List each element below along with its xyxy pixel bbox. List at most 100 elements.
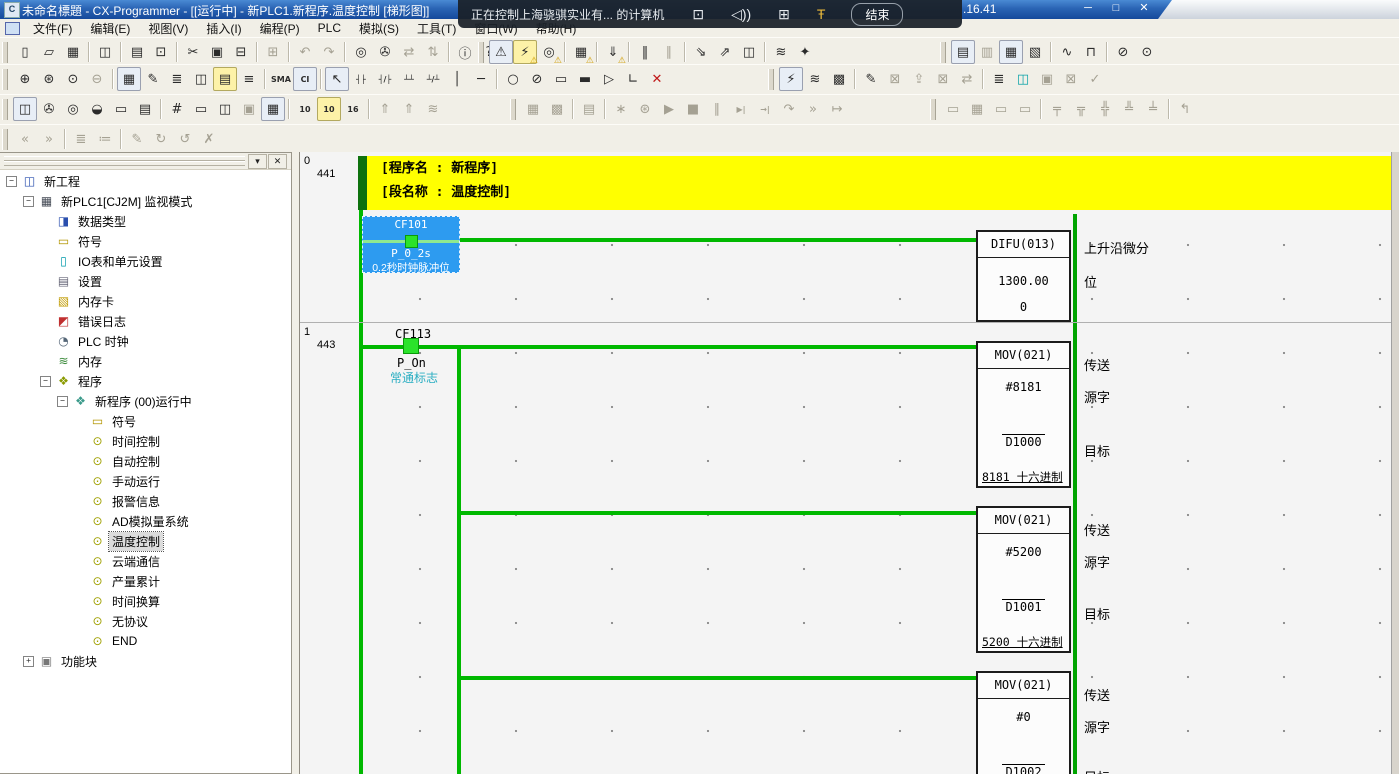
instruction-box-icon[interactable]: ▭ (549, 67, 573, 91)
horizontal-line-icon[interactable]: ─ (469, 67, 493, 91)
difu-instruction-block[interactable]: DIFU(013) 1300.00 0 (976, 230, 1071, 322)
select-pointer-icon[interactable]: ↖ (325, 67, 349, 91)
menu-item-8[interactable]: 工具(T) (408, 18, 465, 39)
tree-item-function-blocks[interactable]: +▣功能块 (0, 651, 291, 671)
end-session-button[interactable]: 结束 (851, 3, 903, 26)
upload-program-icon[interactable]: ⇗ (713, 40, 737, 64)
tree-item-error-log[interactable]: ◩错误日志 (0, 311, 291, 331)
contact-cf101-selected[interactable]: CF101 P_0_2s 0.2秒时钟脉冲位 (362, 216, 460, 273)
tree-item-sec-time-control[interactable]: ⊙时间控制 (0, 431, 291, 451)
tree-item-sec-end[interactable]: ⊙END (0, 631, 291, 651)
watch-window-icon[interactable]: ◫ (1011, 67, 1035, 91)
workspace-dropdown-button[interactable]: ▾ (248, 154, 267, 169)
tree-item-memory-card[interactable]: ▧内存卡 (0, 291, 291, 311)
tree-item-program-symbols[interactable]: ▭符号 (0, 411, 291, 431)
pause-monitor-icon[interactable]: ‖ (633, 40, 657, 64)
properties-icon[interactable]: ▤ (133, 97, 157, 121)
menu-item-7[interactable]: 模拟(S) (350, 18, 408, 39)
closed-coil-icon[interactable]: ⊘ (525, 67, 549, 91)
vertical-scrollbar[interactable] (1391, 152, 1399, 774)
expand-toggle-icon[interactable]: − (23, 196, 34, 207)
tree-item-sec-yield-total[interactable]: ⊙产量累计 (0, 571, 291, 591)
expand-toggle-icon[interactable]: − (40, 376, 51, 387)
tree-item-sec-auto-control[interactable]: ⊙自动控制 (0, 451, 291, 471)
menu-item-6[interactable]: PLC (309, 19, 350, 37)
menu-item-2[interactable]: 编辑(E) (81, 18, 139, 39)
expand-toggle-icon[interactable]: + (23, 656, 34, 667)
comment-window-icon[interactable]: ◫ (213, 97, 237, 121)
or-contact-nc-icon[interactable]: ┴/┴ (421, 67, 445, 91)
zoom-tool-icon[interactable]: ⊛ (37, 67, 61, 91)
output-window-icon[interactable]: ▭ (109, 97, 133, 121)
contact-no-icon[interactable]: ┤├ (349, 67, 373, 91)
inverted-instruction-icon[interactable]: ▬ (573, 67, 597, 91)
tree-item-sec-alarm-info[interactable]: ⊙报警信息 (0, 491, 291, 511)
mov-instruction-block-1[interactable]: MOV(021) #8181 D1000 8181 十六进制 (976, 341, 1071, 488)
set-protect-icon[interactable]: ⊘ (1111, 40, 1135, 64)
batch-edit-icon[interactable]: ▩ (827, 67, 851, 91)
expand-toggle-icon[interactable]: − (57, 396, 68, 407)
panel-splitter[interactable] (292, 152, 299, 774)
open-file-icon[interactable]: ▱ (37, 40, 61, 64)
tree-item-symbols[interactable]: ▭符号 (0, 231, 291, 251)
delete-element-icon[interactable]: ✕ (645, 67, 669, 91)
ladder-editor[interactable]: 0 441 [程序名 : 新程序] [段名称 : 温度控制] CF101 P_0… (299, 152, 1399, 774)
section-comment-icon[interactable]: ✎ (141, 67, 165, 91)
address-reference-icon[interactable]: ▭ (189, 97, 213, 121)
restore-button[interactable]: □ (1103, 1, 1129, 16)
release-protect-icon[interactable]: ⊙ (1135, 40, 1159, 64)
find-options-icon[interactable]: ✇ (373, 40, 397, 64)
toolbar-grip[interactable] (2, 69, 8, 90)
tree-item-sec-no-protocol[interactable]: ⊙无协议 (0, 611, 291, 631)
new-file-icon[interactable]: ▯ (13, 40, 37, 64)
mov-instruction-block-2[interactable]: MOV(021) #5200 D1001 5200 十六进制 (976, 506, 1071, 653)
work-online-icon[interactable]: ⚠ (489, 40, 513, 64)
coil-icon[interactable]: ○ (501, 67, 525, 91)
time-chart-icon[interactable]: ∿ (1055, 40, 1079, 64)
save-to-plc-icon[interactable]: ▦⚠ (569, 40, 593, 64)
view-ladder-icon[interactable]: ▤ (951, 40, 975, 64)
zoom-100-icon[interactable]: ⊙ (61, 67, 85, 91)
radix-hex-icon[interactable]: 16 (341, 97, 365, 121)
toolbar-grip[interactable] (510, 99, 516, 120)
send-changes-icon[interactable]: ≋ (803, 67, 827, 91)
ladder-style-icon[interactable]: ▤ (213, 67, 237, 91)
online-edit-icon[interactable]: ⚡ (779, 67, 803, 91)
program-hierarchy-icon[interactable]: ≡ (237, 67, 261, 91)
toolbox-icon[interactable]: ⊞ (778, 6, 790, 23)
new-view-window-icon[interactable]: ◫ (13, 97, 37, 121)
toolbar-grip[interactable] (940, 42, 946, 63)
monitor-mode-icon[interactable]: ◎⚠ (537, 40, 561, 64)
radix-signed-decimal-icon[interactable]: 10 (317, 97, 341, 121)
transfer-to-plc-icon[interactable]: ⇓⚠ (601, 40, 625, 64)
fullscreen-icon[interactable]: ⊡ (692, 6, 704, 23)
save-icon[interactable]: ▦ (61, 40, 85, 64)
menu-item-5[interactable]: 编程(P) (251, 18, 309, 39)
tree-item-project-root[interactable]: −◫新工程 (0, 171, 291, 191)
monitor-window-2-icon[interactable]: ◒ (85, 97, 109, 121)
io-comment-view-icon[interactable]: ◫ (189, 67, 213, 91)
search-document-icon[interactable]: ◫ (93, 40, 117, 64)
tree-item-sec-temp-control[interactable]: ⊙温度控制 (0, 531, 291, 551)
binary-window-icon[interactable]: ▦ (261, 97, 285, 121)
tree-item-sec-manual-run[interactable]: ⊙手动运行 (0, 471, 291, 491)
tree-item-plc-clock[interactable]: ◔PLC 时钟 (0, 331, 291, 351)
view-watch-icon[interactable]: ▧ (1023, 40, 1047, 64)
rung-list-icon[interactable]: ≣ (165, 67, 189, 91)
expand-toggle-icon[interactable]: − (6, 176, 17, 187)
verify-program-icon[interactable]: ◫ (737, 40, 761, 64)
branch-corner-icon[interactable]: ∟ (621, 67, 645, 91)
workspace-close-button[interactable]: ✕ (268, 154, 287, 169)
contact-cf113-on-indicator[interactable] (403, 338, 419, 354)
debug-run-icon[interactable]: ≋ (769, 40, 793, 64)
radix-decimal-icon[interactable]: 10 (293, 97, 317, 121)
or-contact-no-icon[interactable]: ┴┴ (397, 67, 421, 91)
cut-icon[interactable]: ✂ (181, 40, 205, 64)
tree-item-settings[interactable]: ▤设置 (0, 271, 291, 291)
close-button[interactable]: ✕ (1131, 1, 1157, 16)
zoom-in-icon[interactable]: ⊕ (13, 67, 37, 91)
toolbar-grip[interactable] (2, 42, 8, 63)
function-block-list-icon[interactable]: ≣ (987, 67, 1011, 91)
view-monitor-icon[interactable]: ▦ (999, 40, 1023, 64)
tree-item-new-program[interactable]: −❖新程序 (00)运行中 (0, 391, 291, 411)
